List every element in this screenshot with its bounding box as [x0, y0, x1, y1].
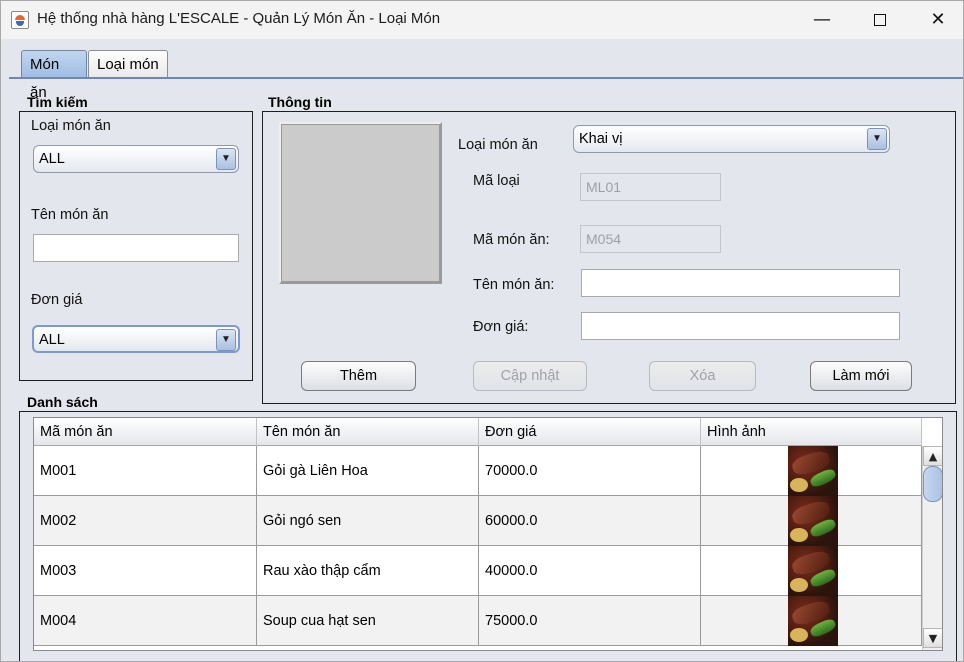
cell-image — [701, 496, 922, 546]
minimize-button[interactable]: — — [793, 1, 851, 39]
info-category-select[interactable]: Khai vị ▼ — [573, 125, 890, 153]
refresh-button[interactable]: Làm mới — [810, 361, 912, 391]
table-header: Mã món ăn Tên món ăn Đơn giá Hình ảnh — [34, 418, 922, 446]
dish-name-label: Tên món ăn: — [473, 277, 555, 293]
cell-price: 40000.0 — [479, 546, 701, 596]
column-header-code[interactable]: Mã món ăn — [34, 418, 257, 446]
minimize-icon: — — [813, 9, 831, 30]
search-price-label: Đơn giá — [31, 292, 83, 308]
table-row[interactable]: M003 Rau xào thập cẩm 40000.0 — [34, 546, 922, 596]
info-category-label: Loại món ăn — [458, 137, 538, 153]
table-scrollbar[interactable]: ▲ ▼ — [922, 446, 942, 650]
dish-thumbnail-image — [788, 546, 838, 596]
cell-code: M001 — [34, 446, 257, 496]
cell-name: Gỏi gà Liên Hoa — [257, 446, 479, 496]
column-header-name[interactable]: Tên món ăn — [257, 418, 479, 446]
type-code-field: ML01 — [580, 173, 721, 201]
cell-code: M002 — [34, 496, 257, 546]
update-button[interactable]: Cập nhật — [473, 361, 587, 391]
window-title: Hệ thống nhà hàng L'ESCALE - Quản Lý Món… — [37, 10, 441, 27]
column-header-image[interactable]: Hình ảnh — [701, 418, 922, 446]
dish-price-label: Đơn giá: — [473, 319, 529, 335]
chevron-down-icon: ▼ — [867, 128, 887, 150]
search-panel-title: Tìm kiếm — [27, 94, 88, 110]
table-row[interactable]: M001 Gỏi gà Liên Hoa 70000.0 — [34, 446, 922, 496]
cell-name: Rau xào thập cẩm — [257, 546, 479, 596]
search-price-value: ALL — [39, 332, 65, 348]
close-icon: ✕ — [930, 9, 946, 30]
chevron-down-icon: ▼ — [216, 329, 236, 351]
search-category-label: Loại món ăn — [31, 118, 111, 134]
tab-mon-an[interactable]: Món ăn — [21, 50, 87, 101]
table-row[interactable]: M002 Gỏi ngó sen 60000.0 — [34, 496, 922, 546]
cell-code: M003 — [34, 546, 257, 596]
dish-image-preview[interactable] — [279, 122, 442, 284]
dish-table: Mã món ăn Tên món ăn Đơn giá Hình ảnh M0… — [33, 417, 943, 651]
tab-loai-mon[interactable]: Loại món — [88, 50, 168, 78]
app-window: Hệ thống nhà hàng L'ESCALE - Quản Lý Món… — [0, 0, 964, 662]
cell-price: 60000.0 — [479, 496, 701, 546]
cell-price: 70000.0 — [479, 446, 701, 496]
type-code-label: Mã loại — [473, 173, 520, 189]
close-button[interactable]: ✕ — [909, 1, 963, 39]
info-category-value: Khai vị — [579, 131, 623, 147]
maximize-icon — [874, 14, 886, 26]
dish-name-input[interactable] — [581, 269, 900, 297]
title-bar[interactable]: Hệ thống nhà hàng L'ESCALE - Quản Lý Món… — [1, 1, 963, 39]
search-name-input[interactable] — [33, 234, 239, 262]
dish-thumbnail-image — [788, 496, 838, 546]
chevron-down-icon: ▼ — [216, 148, 236, 170]
cell-name: Gỏi ngó sen — [257, 496, 479, 546]
cell-image — [701, 446, 922, 496]
dish-code-label: Mã món ăn: — [473, 232, 550, 248]
cell-image — [701, 596, 922, 646]
dish-price-input[interactable] — [581, 312, 900, 340]
search-category-value: ALL — [39, 151, 65, 167]
arrow-down-icon[interactable]: ▼ — [923, 628, 942, 648]
cell-price: 75000.0 — [479, 596, 701, 646]
cell-name: Soup cua hạt sen — [257, 596, 479, 646]
tab-divider — [9, 77, 963, 79]
dish-code-field: M054 — [580, 225, 721, 253]
maximize-button[interactable] — [851, 1, 909, 39]
list-panel-title: Danh sách — [27, 394, 98, 410]
table-row[interactable]: M004 Soup cua hạt sen 75000.0 — [34, 596, 922, 646]
info-panel-title: Thông tin — [268, 94, 332, 110]
scrollbar-thumb[interactable] — [923, 466, 942, 502]
add-button[interactable]: Thêm — [301, 361, 416, 391]
java-app-icon — [11, 11, 29, 29]
dish-thumbnail-image — [788, 596, 838, 646]
delete-button[interactable]: Xóa — [649, 361, 756, 391]
cell-code: M004 — [34, 596, 257, 646]
cell-image — [701, 546, 922, 596]
dish-thumbnail-image — [788, 446, 838, 496]
search-category-select[interactable]: ALL ▼ — [33, 145, 239, 173]
search-price-select[interactable]: ALL ▼ — [32, 325, 240, 353]
search-name-label: Tên món ăn — [31, 207, 109, 223]
arrow-up-icon[interactable]: ▲ — [923, 446, 942, 466]
column-header-price[interactable]: Đơn giá — [479, 418, 701, 446]
